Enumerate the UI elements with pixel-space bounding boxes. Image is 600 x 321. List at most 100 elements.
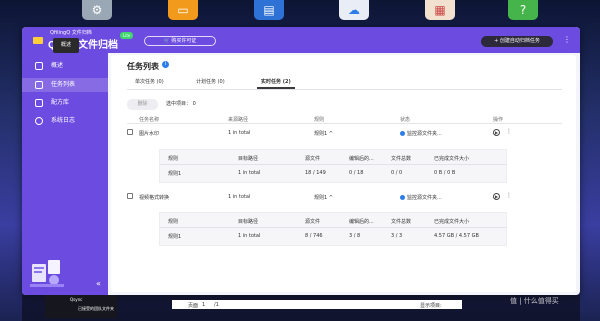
log-icon bbox=[35, 117, 43, 125]
tab-scheduled-tasks[interactable]: 计划任务 (0) bbox=[196, 76, 225, 89]
desktop-icon-strip: ⚙ ▭ ▤ ☁ ▦ ? bbox=[0, 0, 600, 24]
sidebar-item-system-log[interactable]: 系统日志 bbox=[22, 114, 108, 128]
create-auto-archive-task-button[interactable]: + 创建自动归档任务 bbox=[481, 36, 553, 47]
col-actions: 操作 bbox=[493, 117, 504, 123]
sidebar-illustration bbox=[30, 260, 64, 287]
sidebar-item-label: 系统日志 bbox=[51, 117, 76, 124]
row-more-icon[interactable]: ⋮ bbox=[506, 128, 512, 135]
source-path: 1 in total bbox=[228, 194, 251, 200]
sub-col-edited: 编辑后的... bbox=[349, 156, 374, 162]
status-text: 监控源文件夹... bbox=[400, 194, 442, 201]
lite-badge: Lite bbox=[120, 32, 134, 39]
status-label: 监控源文件夹... bbox=[407, 195, 442, 201]
sub-source-files: 8 / 746 bbox=[305, 233, 323, 239]
rule-subtable: 规则 目标路径 源文件 编辑后的... 文件总数 已完成文件大小 规则1 1 i… bbox=[159, 149, 507, 183]
sidebar: 概述 任务列表 配方库 系统日志 « bbox=[22, 53, 108, 295]
sub-col-target: 目标路径 bbox=[238, 219, 259, 225]
task-tabs: 单次任务 (0) 计划任务 (0) 实时任务 (2) bbox=[127, 76, 562, 90]
source-path: 1 in total bbox=[228, 130, 251, 136]
settings-app-icon[interactable]: ⚙ bbox=[82, 0, 112, 20]
library-icon bbox=[35, 99, 43, 107]
pagination-bar: 页面 1 /1 显示项目: bbox=[172, 300, 462, 309]
subtable-header: 规则 目标路径 源文件 编辑后的... 文件总数 已完成文件大小 bbox=[160, 152, 506, 165]
sidebar-item-task-list[interactable]: 任务列表 bbox=[22, 78, 108, 92]
sub-target: 1 in total bbox=[238, 233, 261, 239]
status-text: 监控源文件夹... bbox=[400, 130, 442, 137]
play-icon[interactable]: ▶ bbox=[493, 193, 500, 200]
help-app-icon[interactable]: ? bbox=[508, 0, 538, 20]
sub-total: 3 / 3 bbox=[391, 233, 403, 239]
sub-source-files: 18 / 149 bbox=[305, 170, 326, 176]
sub-edited: 0 / 18 bbox=[349, 170, 364, 176]
info-icon[interactable]: i bbox=[162, 61, 169, 68]
sub-total: 0 / 0 bbox=[391, 170, 403, 176]
rule-toggle[interactable]: 规则1 ^ bbox=[314, 194, 333, 201]
watermark-text: 值 | 什么值得买 bbox=[510, 297, 559, 305]
window-title: QfilingQ 文件归档 bbox=[50, 30, 92, 36]
sub-rule: 规则1 bbox=[168, 234, 182, 240]
sidebar-item-recipe-library[interactable]: 配方库 bbox=[22, 96, 108, 110]
more-options-icon[interactable]: ⋮ bbox=[563, 35, 571, 44]
delete-button[interactable]: 删除 bbox=[127, 99, 158, 110]
cloud-app-icon[interactable]: ☁ bbox=[339, 0, 369, 20]
sub-col-source-files: 源文件 bbox=[305, 219, 321, 225]
sub-col-rule: 规则 bbox=[168, 156, 179, 162]
sidebar-item-label: 概述 bbox=[51, 62, 64, 69]
subtable-row: 规则1 1 in total 8 / 746 3 / 8 3 / 3 4.57 … bbox=[160, 230, 506, 244]
grid-app-icon[interactable]: ▦ bbox=[425, 0, 455, 20]
sub-col-source-files: 源文件 bbox=[305, 156, 321, 162]
status-label: 监控源文件夹... bbox=[407, 131, 442, 137]
tooltip-overview: 概述 bbox=[53, 38, 79, 53]
sub-col-rule: 规则 bbox=[168, 219, 179, 225]
selected-count: 选中项目： 0 bbox=[166, 101, 196, 107]
pager-page-label: 页面 bbox=[188, 303, 199, 309]
col-source-path: 来源路径 bbox=[228, 117, 249, 123]
rule-toggle[interactable]: 规则1 ^ bbox=[314, 130, 333, 137]
sub-col-target: 目标路径 bbox=[238, 156, 259, 162]
row-checkbox[interactable] bbox=[127, 193, 133, 199]
sub-col-total: 文件总数 bbox=[391, 156, 412, 162]
pager-items-label: 显示项目: bbox=[420, 303, 442, 309]
home-icon bbox=[35, 62, 43, 70]
sub-col-size: 已完成文件大小 bbox=[434, 219, 470, 225]
rule-subtable: 规则 目标路径 源文件 编辑后的... 文件总数 已完成文件大小 规则1 1 i… bbox=[159, 212, 507, 246]
task-name: 图片水印 bbox=[139, 131, 160, 137]
subtable-header: 规则 目标路径 源文件 编辑后的... 文件总数 已完成文件大小 bbox=[160, 215, 506, 228]
table-header: 任务名称 来源路径 规则 状态 操作 bbox=[127, 115, 562, 124]
table-row: 视频格式转换 1 in total 规则1 ^ 监控源文件夹... ▶ ⋮ bbox=[127, 189, 562, 204]
sub-col-edited: 编辑后的... bbox=[349, 219, 374, 225]
sub-size: 0 B / 0 B bbox=[434, 170, 456, 176]
sub-col-size: 已完成文件大小 bbox=[434, 156, 470, 162]
play-icon[interactable]: ▶ bbox=[493, 129, 500, 136]
team-folder-label: 已接受的团队文件夹 bbox=[78, 306, 114, 311]
sub-rule: 规则1 bbox=[168, 171, 182, 177]
col-task-name: 任务名称 bbox=[139, 117, 160, 123]
row-more-icon[interactable]: ⋮ bbox=[506, 192, 512, 199]
subtable-row: 规则1 1 in total 18 / 149 0 / 18 0 / 0 0 B… bbox=[160, 167, 506, 181]
title-bar: QfilingQ 文件归档 QfiNg 文件归档 Lite 🛒 购买许可证 + … bbox=[22, 27, 580, 53]
collapse-sidebar-icon[interactable]: « bbox=[96, 279, 101, 288]
row-checkbox[interactable] bbox=[127, 129, 133, 135]
list-icon bbox=[35, 81, 43, 89]
col-status: 状态 bbox=[400, 117, 411, 123]
pager-total: /1 bbox=[214, 302, 219, 308]
table-row: 图片水印 1 in total 规则1 ^ 监控源文件夹... ▶ ⋮ bbox=[127, 125, 562, 140]
filestation-app-icon[interactable]: ▭ bbox=[168, 0, 198, 20]
sub-size: 4.57 GB / 4.57 GB bbox=[434, 233, 479, 239]
status-icon bbox=[400, 195, 405, 200]
sub-col-total: 文件总数 bbox=[391, 219, 412, 225]
sub-target: 1 in total bbox=[238, 170, 261, 176]
tab-realtime-tasks[interactable]: 实时任务 (2) bbox=[257, 76, 295, 89]
pager-page-input[interactable]: 1 bbox=[202, 302, 205, 308]
sidebar-item-overview[interactable]: 概述 bbox=[22, 59, 108, 73]
storage-app-icon[interactable]: ▤ bbox=[254, 0, 284, 20]
buy-license-button[interactable]: 🛒 购买许可证 bbox=[144, 36, 216, 46]
page-title: 任务列表 bbox=[127, 62, 159, 71]
status-icon bbox=[400, 131, 405, 136]
sidebar-item-label: 配方库 bbox=[51, 99, 70, 106]
sub-edited: 3 / 8 bbox=[349, 233, 361, 239]
folder-icon bbox=[33, 37, 43, 44]
qsync-label: Qsync bbox=[70, 297, 83, 302]
tab-single-tasks[interactable]: 单次任务 (0) bbox=[135, 76, 164, 89]
col-rule: 规则 bbox=[314, 117, 325, 123]
